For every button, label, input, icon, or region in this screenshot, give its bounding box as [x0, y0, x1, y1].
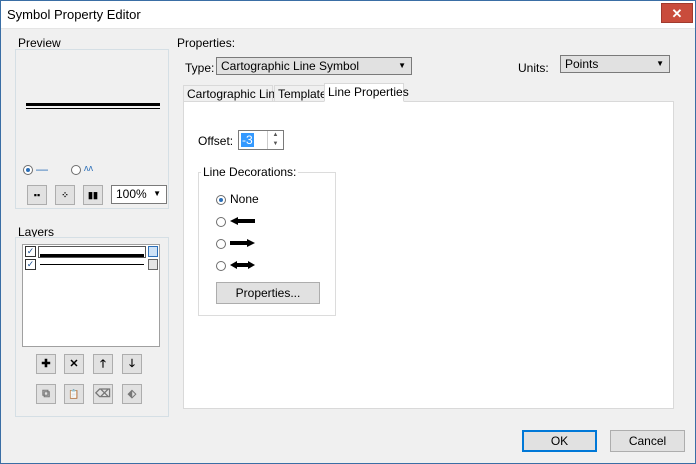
layer-lock-icon[interactable] [148, 259, 158, 270]
arrow-up-icon: 🡑 [100, 358, 106, 370]
layer-selection [38, 246, 146, 258]
close-icon: ✕ [671, 6, 683, 21]
ok-button[interactable]: OK [522, 430, 597, 452]
decoration-none-label: None [230, 192, 259, 206]
preview-mode-zigzag-radio[interactable] [71, 165, 81, 175]
layer-lock-icon[interactable] [148, 246, 158, 257]
spin-up-icon[interactable]: ▲ [267, 131, 283, 140]
layer-item[interactable]: ✓ [24, 246, 158, 258]
offset-input[interactable]: -3 ▲ ▼ [238, 130, 284, 150]
zoom-actual-button[interactable]: ▮▮ [83, 185, 103, 205]
layers-list[interactable]: ✓ ✓ [22, 244, 160, 347]
type-select[interactable]: Cartographic Line Symbol ▼ [216, 57, 412, 75]
preview-line-thick [26, 103, 160, 106]
type-value: Cartographic Line Symbol [221, 59, 360, 73]
ok-label: OK [550, 434, 569, 448]
tab-label: Cartographic Line [187, 87, 282, 101]
zoom-select[interactable]: 100% ▼ [111, 185, 167, 204]
preview-label: Preview [18, 36, 61, 50]
zoom-actual-icon: ▮▮ [88, 190, 98, 200]
paste-layer-button[interactable]: 📋 [64, 384, 84, 404]
arrow-end-decoration-icon [230, 238, 255, 249]
zoom-extent-button[interactable]: ⁘ [55, 185, 75, 205]
line-decorations-label: Line Decorations: [201, 165, 299, 179]
zigzag-mode-icon: ʌʌ [84, 163, 93, 173]
arrow-down-icon: 🡓 [129, 358, 135, 370]
move-down-button[interactable]: 🡓 [122, 354, 142, 374]
chevron-down-icon: ▼ [153, 189, 161, 198]
layer-thin-line [40, 264, 144, 265]
chevron-down-icon: ▼ [656, 59, 664, 68]
title-bar: Symbol Property Editor ✕ [1, 1, 695, 29]
tab-label: Line Properties [328, 85, 409, 99]
arrow-start-decoration-icon [230, 216, 255, 227]
chevron-down-icon: ▼ [398, 61, 406, 70]
decoration-none-radio[interactable] [216, 195, 226, 205]
layer-visible-checkbox[interactable]: ✓ [25, 246, 36, 257]
tab-label: Template [278, 87, 327, 101]
offset-value: -3 [241, 133, 254, 147]
paste-icon: 📋 [68, 389, 80, 399]
clear-layer-button[interactable]: ⌫ [93, 384, 113, 404]
zoom-extent-icon: ⁘ [61, 190, 69, 200]
close-button[interactable]: ✕ [661, 3, 693, 23]
cancel-label: Cancel [628, 434, 667, 448]
arrow-both-decoration-icon [230, 260, 255, 271]
decoration-arrow-end-radio[interactable] [216, 239, 226, 249]
remove-layer-button[interactable]: ✕ [64, 354, 84, 374]
units-value: Points [565, 57, 599, 71]
preview-line-thin [26, 108, 160, 109]
preview-canvas [18, 52, 166, 150]
zoom-value: 100% [116, 187, 147, 201]
remove-icon: ✕ [69, 358, 79, 370]
line-mode-icon: — [36, 162, 48, 176]
type-label: Type: [185, 61, 215, 75]
window-title: Symbol Property Editor [7, 7, 141, 22]
line-properties-panel: Offset: -3 ▲ ▼ Line Decorations: None Pr… [183, 101, 674, 409]
copy-icon: ⧉ [42, 388, 50, 400]
symbol-property-editor-window: Symbol Property Editor ✕ Preview — ʌʌ ▪▪… [0, 0, 696, 464]
properties-label: Properties: [177, 36, 236, 50]
decoration-properties-label: Properties... [235, 286, 301, 300]
diamond-icon: ⬖ [127, 388, 137, 400]
add-layer-button[interactable]: ✚ [36, 354, 56, 374]
layer-visible-checkbox[interactable]: ✓ [25, 259, 36, 270]
decoration-arrow-start-radio[interactable] [216, 217, 226, 227]
zoom-fit-button[interactable]: ▪▪ [27, 185, 47, 205]
layer-item[interactable]: ✓ [24, 259, 158, 271]
spin-down-icon[interactable]: ▼ [267, 140, 283, 149]
preview-mode-line-radio[interactable] [23, 165, 33, 175]
decoration-properties-button[interactable]: Properties... [216, 282, 320, 304]
eraser-icon: ⌫ [95, 388, 111, 400]
layer-thick-line [40, 254, 144, 257]
edit-layer-button[interactable]: ⬖ [122, 384, 142, 404]
decoration-arrow-both-radio[interactable] [216, 261, 226, 271]
cancel-button[interactable]: Cancel [610, 430, 685, 452]
plus-icon: ✚ [41, 358, 51, 370]
move-up-button[interactable]: 🡑 [93, 354, 113, 374]
copy-layer-button[interactable]: ⧉ [36, 384, 56, 404]
units-select[interactable]: Points ▼ [560, 55, 670, 73]
offset-label: Offset: [198, 134, 234, 148]
zoom-fit-icon: ▪▪ [33, 190, 41, 200]
units-label: Units: [518, 61, 549, 75]
tab-line-properties[interactable]: Line Properties [324, 83, 409, 102]
